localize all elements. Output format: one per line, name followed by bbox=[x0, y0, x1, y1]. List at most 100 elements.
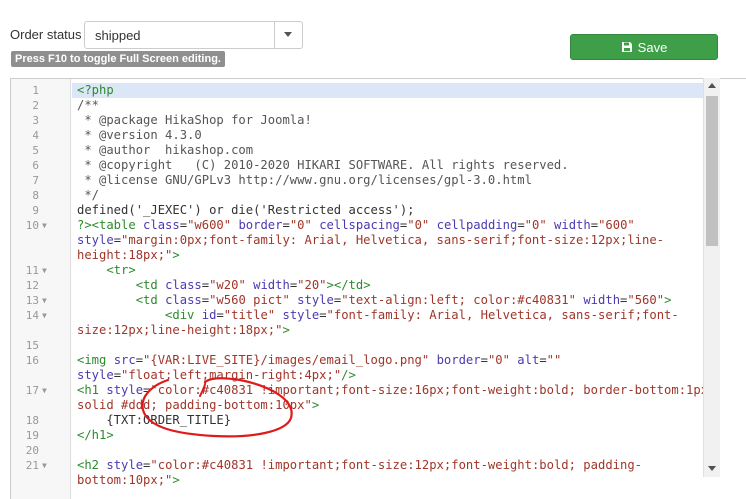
code-token: ></td> bbox=[326, 278, 371, 292]
code-token: = bbox=[135, 353, 144, 367]
code-token: "0" bbox=[524, 218, 547, 232]
code-token: = bbox=[216, 308, 224, 322]
fold-toggle-icon[interactable]: ▼ bbox=[42, 293, 47, 308]
code-token: * @package HikaShop for Joomla! bbox=[77, 113, 312, 127]
code-token: <h1 bbox=[77, 383, 107, 397]
code-line[interactable]: solid #ddd; padding-bottom:10px"> bbox=[77, 398, 319, 413]
code-token: /** bbox=[77, 98, 100, 112]
code-line[interactable]: * @package HikaShop for Joomla! bbox=[77, 113, 312, 128]
code-token: "color:#c40831 !important;font-size:16px… bbox=[150, 383, 709, 397]
scroll-down-button[interactable] bbox=[704, 461, 720, 477]
code-token: width bbox=[583, 293, 621, 307]
fold-toggle-icon[interactable]: ▼ bbox=[42, 263, 47, 278]
code-line[interactable]: size:12px;line-height:18px;"> bbox=[77, 323, 290, 338]
code-token: alt bbox=[517, 353, 540, 367]
line-number: 18 bbox=[25, 414, 39, 427]
code-line[interactable]: height:18px;"> bbox=[77, 248, 180, 263]
code-token: class bbox=[165, 278, 202, 292]
code-token: style bbox=[106, 458, 144, 472]
code-line[interactable]: <div id="title" style="font-family: Aria… bbox=[77, 308, 679, 323]
code-line[interactable]: /** bbox=[77, 98, 99, 113]
fold-toggle-icon[interactable]: ▼ bbox=[42, 218, 47, 233]
line-number: 7 bbox=[32, 174, 39, 187]
code-token: cellpadding bbox=[436, 218, 518, 232]
code-line[interactable]: * @copyright (C) 2010-2020 HIKARI SOFTWA… bbox=[77, 158, 568, 173]
code-token: > bbox=[172, 248, 180, 262]
fold-toggle-icon[interactable]: ▼ bbox=[42, 458, 47, 473]
code-token: = bbox=[319, 308, 327, 322]
code-line[interactable]: bottom:10px;"> bbox=[77, 473, 180, 488]
editor-scrollbar[interactable] bbox=[703, 78, 720, 477]
fold-toggle-icon[interactable]: ▼ bbox=[42, 383, 47, 398]
code-token: <?php bbox=[77, 83, 114, 97]
code-token: cellspacing bbox=[319, 218, 400, 232]
code-token: * @license GNU/GPLv3 http://www.gnu.org/… bbox=[77, 173, 532, 187]
code-token: "600" bbox=[598, 218, 635, 232]
code-line[interactable]: <tr> bbox=[77, 263, 135, 278]
scroll-thumb[interactable] bbox=[706, 96, 718, 246]
line-number: 11 bbox=[25, 264, 39, 277]
code-line[interactable]: * @author hikashop.com bbox=[77, 143, 253, 158]
code-line[interactable]: <td class="w20" width="20"></td> bbox=[77, 278, 371, 293]
code-token: "" bbox=[546, 353, 562, 367]
code-editor[interactable]: 1 2 3 4 5 6 7 8 9 10 ▼ 11 ▼ 12 13 ▼ 14 ▼ 15 16 17 ▼ 18 19 20 21 ▼ … bbox=[10, 78, 746, 499]
code-line[interactable]: </h1> bbox=[77, 428, 114, 443]
save-button-label: Save bbox=[637, 39, 668, 55]
code-token: > bbox=[282, 323, 290, 337]
code-token: <td bbox=[77, 293, 166, 307]
scroll-up-button[interactable] bbox=[704, 78, 720, 94]
code-token: = bbox=[480, 353, 488, 367]
code-line[interactable]: style="margin:0px;font-family: Arial, He… bbox=[77, 233, 664, 248]
line-number: 1 bbox=[32, 84, 39, 97]
save-button[interactable]: Save bbox=[570, 34, 718, 60]
code-token: = bbox=[282, 218, 290, 232]
code-token: style bbox=[297, 293, 334, 307]
code-token: = bbox=[539, 353, 547, 367]
line-number: 14 bbox=[25, 309, 39, 322]
code-token: style bbox=[77, 368, 114, 382]
dropdown-toggle[interactable] bbox=[274, 22, 302, 48]
code-line[interactable]: <?php bbox=[77, 83, 114, 98]
code-line[interactable]: style="float:left;margin-right:4px;"/> bbox=[77, 368, 356, 383]
code-line[interactable]: defined('_JEXEC') or die('Restricted acc… bbox=[77, 203, 415, 218]
order-status-label: Order status bbox=[10, 27, 82, 42]
code-line[interactable]: <td class="w560 pict" style="text-align:… bbox=[77, 293, 672, 308]
code-token: "w20" bbox=[209, 278, 246, 292]
code-token: "w600" bbox=[187, 218, 232, 232]
code-token: ?><table bbox=[77, 218, 144, 232]
code-line[interactable]: <img src="{VAR:LIVE_SITE}/images/email_l… bbox=[77, 353, 561, 368]
line-number: 15 bbox=[25, 339, 39, 352]
code-token: "{VAR:LIVE_SITE}/images/email_logo.png" bbox=[143, 353, 430, 367]
line-number: 8 bbox=[32, 189, 39, 202]
code-line[interactable]: <h2 style="color:#c40831 !important;font… bbox=[77, 458, 642, 473]
code-token: solid #ddd; padding-bottom:10px" bbox=[77, 398, 312, 412]
code-token: </h1> bbox=[77, 428, 114, 442]
line-number: 4 bbox=[32, 129, 39, 142]
code-token: style bbox=[282, 308, 320, 322]
code-token: style bbox=[77, 233, 114, 247]
code-token: "title" bbox=[223, 308, 276, 322]
code-line[interactable]: * @version 4.3.0 bbox=[77, 128, 202, 143]
line-number: 3 bbox=[32, 114, 39, 127]
code-line[interactable]: ?><table class="w600" border="0" cellspa… bbox=[77, 218, 635, 233]
line-number: 6 bbox=[32, 159, 39, 172]
line-number: 2 bbox=[32, 99, 39, 112]
order-status-select[interactable]: shipped bbox=[84, 21, 303, 49]
code-line[interactable]: */ bbox=[77, 188, 99, 203]
code-token: <td bbox=[77, 278, 166, 292]
code-line[interactable]: <h1 style="color:#c40831 !important;font… bbox=[77, 383, 708, 398]
code-token: "0" bbox=[289, 218, 312, 232]
fold-toggle-icon[interactable]: ▼ bbox=[42, 308, 47, 323]
code-token: = bbox=[201, 293, 210, 307]
code-line[interactable]: * @license GNU/GPLv3 http://www.gnu.org/… bbox=[77, 173, 532, 188]
code-line[interactable]: {TXT:ORDER_TITLE} bbox=[77, 413, 231, 428]
code-token: size:12px;line-height:18px;" bbox=[77, 323, 283, 337]
code-token: = bbox=[113, 368, 122, 382]
code-token: width bbox=[554, 218, 591, 232]
scroll-down-arrow-icon bbox=[708, 466, 716, 471]
code-token: * @version 4.3.0 bbox=[77, 128, 202, 142]
line-number: 16 bbox=[25, 354, 39, 367]
